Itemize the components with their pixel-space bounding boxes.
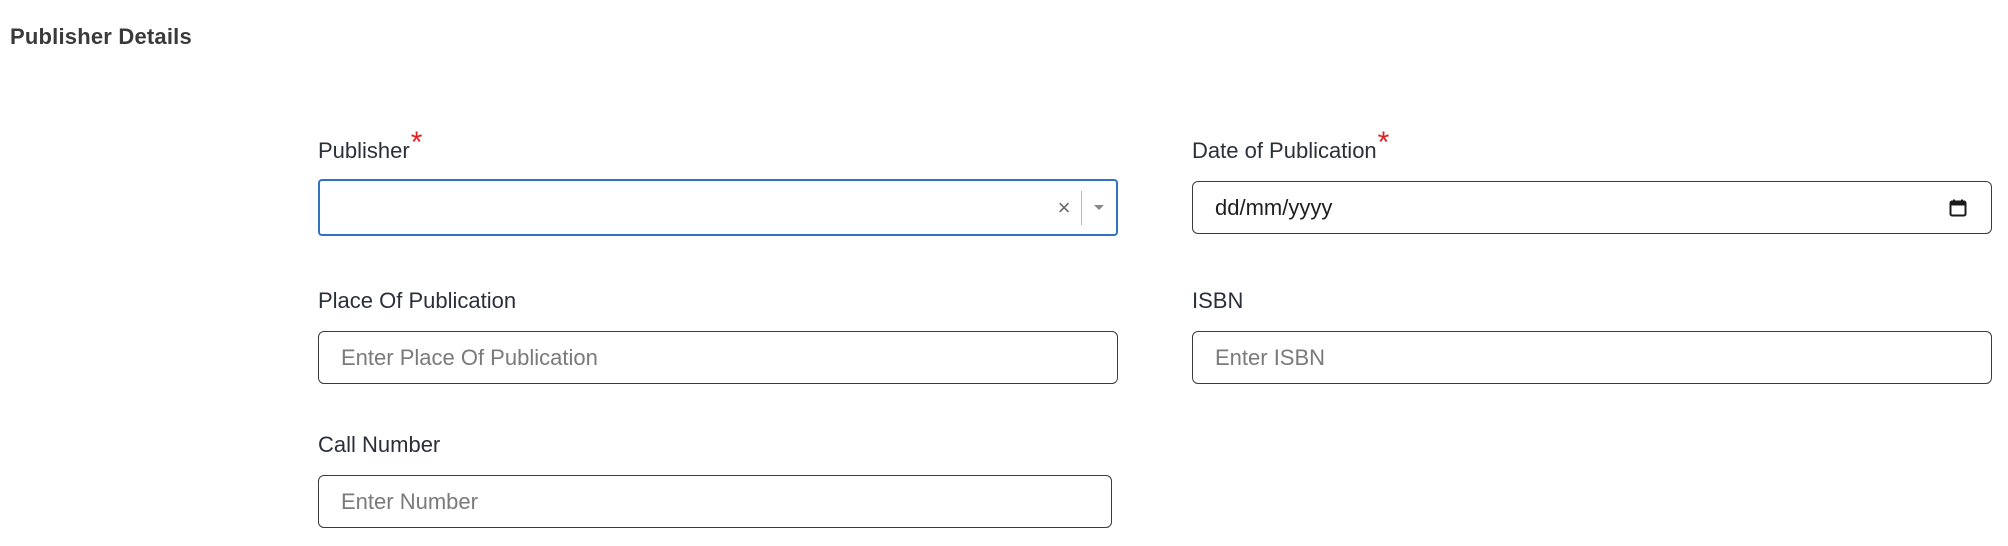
date-of-publication-field: Date of Publication* dd/mm/yyyy <box>1192 128 1992 234</box>
place-of-publication-field: Place Of Publication Enter Place Of Publ… <box>318 286 1118 384</box>
date-value: dd/mm/yyyy <box>1215 194 1333 220</box>
place-of-publication-input[interactable]: Enter Place Of Publication <box>318 331 1118 384</box>
calendar-icon[interactable] <box>1949 199 1967 217</box>
isbn-placeholder: Enter ISBN <box>1215 344 1326 370</box>
place-of-publication-label: Place Of Publication <box>318 288 517 313</box>
chevron-down-icon[interactable] <box>1082 205 1116 210</box>
publisher-field: Publisher* × <box>318 128 1118 236</box>
call-number-input[interactable]: Enter Number <box>318 475 1112 528</box>
isbn-field: ISBN Enter ISBN <box>1192 286 1992 384</box>
place-of-publication-placeholder: Enter Place Of Publication <box>341 344 598 370</box>
required-mark: * <box>410 126 423 159</box>
call-number-placeholder: Enter Number <box>341 488 478 514</box>
publisher-select[interactable]: × <box>318 179 1118 236</box>
required-mark: * <box>1377 126 1390 159</box>
call-number-field: Call Number Enter Number <box>318 430 1112 528</box>
date-of-publication-input[interactable]: dd/mm/yyyy <box>1192 181 1992 234</box>
publisher-label: Publisher <box>318 138 410 163</box>
call-number-label: Call Number <box>318 432 441 457</box>
section-title: Publisher Details <box>10 24 192 49</box>
date-of-publication-label: Date of Publication <box>1192 138 1377 163</box>
clear-icon[interactable]: × <box>1048 195 1081 221</box>
isbn-label: ISBN <box>1192 288 1244 313</box>
isbn-input[interactable]: Enter ISBN <box>1192 331 1992 384</box>
